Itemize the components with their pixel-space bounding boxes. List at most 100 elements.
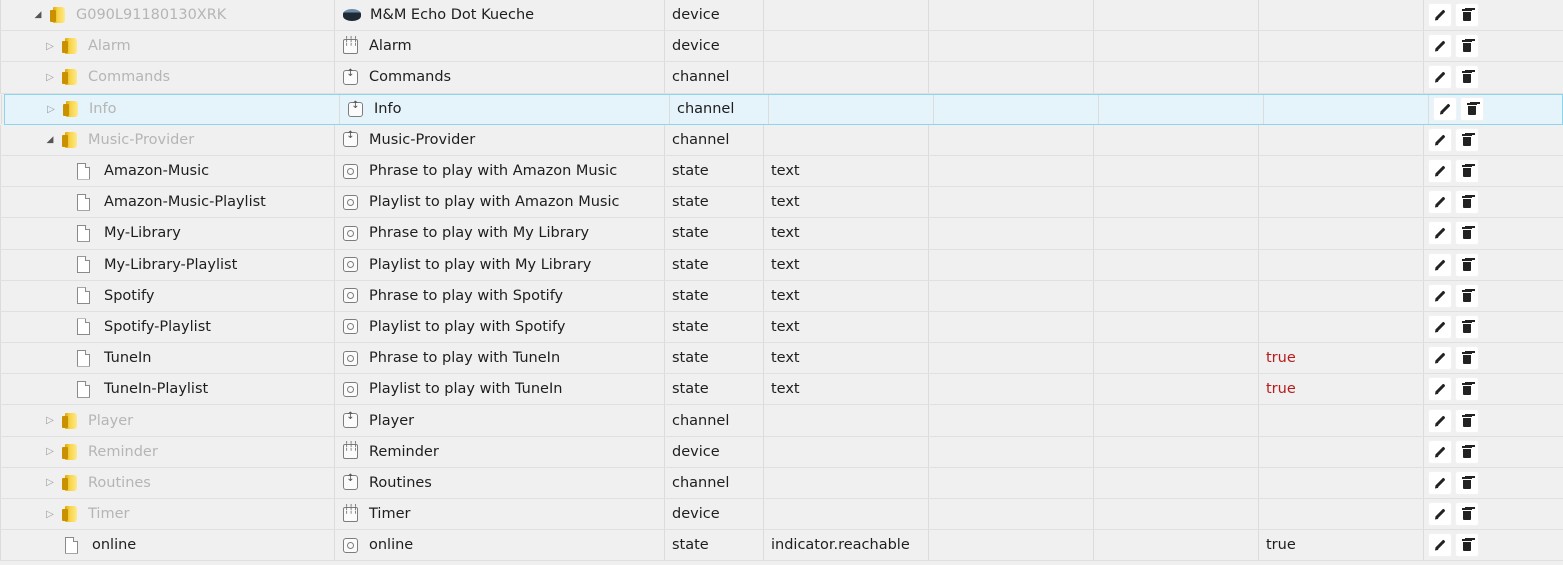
tree-row[interactable]: ▷ Reminder Reminder device (0, 436, 1563, 468)
delete-button[interactable] (1456, 347, 1478, 370)
object-type-cell: channel (665, 467, 764, 498)
edit-button[interactable] (1429, 4, 1451, 27)
object-role-cell (764, 405, 929, 436)
row-actions-cell (1424, 0, 1563, 30)
object-name-cell: Playlist to play with Amazon Music (335, 187, 665, 218)
object-value-cell[interactable] (1259, 467, 1424, 498)
edit-button[interactable] (1429, 128, 1451, 151)
delete-button[interactable] (1456, 315, 1478, 338)
tree-row[interactable]: ▷ Info Info channel (1, 93, 1563, 125)
object-value-cell[interactable] (1259, 187, 1424, 218)
edit-button[interactable] (1429, 471, 1451, 494)
delete-button[interactable] (1456, 253, 1478, 276)
tree-row[interactable]: TuneIn Phrase to play with TuneIn state tex… (0, 343, 1563, 375)
object-type-label: state (672, 163, 709, 180)
delete-button[interactable] (1456, 191, 1478, 214)
tree-row[interactable]: My-Library Phrase to play with My Library… (0, 218, 1563, 250)
tree-row[interactable]: online online state indicator.reachable true (0, 530, 1563, 562)
object-value-cell[interactable] (1259, 405, 1424, 436)
object-value-cell[interactable] (1259, 249, 1424, 280)
edit-button[interactable] (1429, 160, 1451, 183)
edit-button[interactable] (1429, 66, 1451, 89)
delete-button[interactable] (1456, 160, 1478, 183)
tree-row[interactable]: Amazon-Music-Playlist Playlist to play wi… (0, 187, 1563, 219)
delete-button[interactable] (1456, 66, 1478, 89)
edit-button[interactable] (1429, 35, 1451, 58)
edit-button[interactable] (1434, 98, 1456, 121)
edit-button[interactable] (1429, 191, 1451, 214)
edit-button[interactable] (1429, 378, 1451, 401)
edit-button[interactable] (1429, 440, 1451, 463)
edit-button[interactable] (1429, 284, 1451, 307)
object-name-cell: Routines (335, 467, 665, 498)
tree-row[interactable]: Spotify Phrase to play with Spotify state t… (0, 280, 1563, 312)
object-name-label: M&M Echo Dot Kueche (370, 7, 535, 24)
tree-row[interactable]: ▷ Timer Timer device (0, 499, 1563, 531)
object-value-cell[interactable] (1259, 436, 1424, 467)
object-value-cell[interactable]: true (1259, 343, 1424, 374)
delete-button[interactable] (1456, 409, 1478, 432)
collapse-toggle-icon[interactable]: ◢ (43, 133, 57, 147)
delete-button[interactable] (1456, 378, 1478, 401)
delete-button[interactable] (1456, 503, 1478, 526)
tree-row[interactable]: ◢ Music-Provider Music-Provider channel (0, 124, 1563, 156)
delete-button[interactable] (1456, 222, 1478, 245)
collapse-toggle-icon[interactable]: ◢ (31, 8, 45, 22)
object-type-cell: channel (665, 405, 764, 436)
state-icon (343, 319, 358, 335)
object-value-label: true (1266, 537, 1296, 554)
object-role-label: text (771, 350, 800, 367)
edit-button[interactable] (1429, 503, 1451, 526)
delete-button[interactable] (1456, 471, 1478, 494)
tree-row[interactable]: ▷ Commands Commands channel (0, 62, 1563, 94)
delete-button[interactable] (1456, 284, 1478, 307)
object-value-cell[interactable] (1259, 62, 1424, 93)
delete-button[interactable] (1456, 534, 1478, 557)
object-name-label: Info (374, 101, 402, 118)
delete-button[interactable] (1461, 98, 1483, 121)
expand-toggle-icon[interactable]: ▷ (43, 70, 57, 84)
object-value-cell[interactable] (1259, 124, 1424, 155)
object-value-cell[interactable] (1259, 280, 1424, 311)
object-value-cell[interactable] (1259, 155, 1424, 187)
object-value-cell[interactable] (1259, 311, 1424, 343)
delete-button[interactable] (1456, 128, 1478, 151)
expand-toggle-icon[interactable]: ▷ (44, 102, 58, 116)
tree-row[interactable]: Spotify-Playlist Playlist to play with Sp… (0, 311, 1563, 344)
expand-toggle-icon[interactable]: ▷ (43, 414, 57, 428)
expand-toggle-icon[interactable]: ▷ (43, 445, 57, 459)
tree-row[interactable]: ▷ Routines Routines channel (0, 467, 1563, 499)
object-type-label: device (672, 443, 720, 460)
object-value-cell[interactable] (1259, 0, 1424, 31)
expand-toggle-icon[interactable]: ▷ (43, 39, 57, 53)
object-id-label: TuneIn (104, 350, 152, 367)
tree-row[interactable]: ▷ Player Player channel (0, 405, 1563, 437)
object-value-cell[interactable]: true (1259, 530, 1424, 561)
tree-row[interactable]: ◢ G090L91180130XRK M&M Echo Dot Kueche devi… (0, 0, 1563, 32)
object-value-cell[interactable] (1264, 94, 1429, 124)
state-icon (343, 288, 358, 304)
tree-row[interactable]: ▷ Alarm Alarm device (0, 31, 1563, 63)
edit-button[interactable] (1429, 409, 1451, 432)
delete-button[interactable] (1456, 4, 1478, 27)
delete-button[interactable] (1456, 440, 1478, 463)
object-value-cell[interactable] (1259, 499, 1424, 530)
expand-toggle-icon[interactable]: ▷ (43, 476, 57, 490)
edit-button[interactable] (1429, 222, 1451, 245)
delete-button[interactable] (1456, 35, 1478, 58)
object-role-label: text (771, 287, 800, 304)
expand-toggle-icon[interactable]: ▷ (43, 507, 57, 521)
row-actions-cell (1429, 95, 1563, 124)
object-value-cell[interactable] (1259, 31, 1424, 62)
state-icon (343, 194, 358, 210)
object-name-cell: Phrase to play with Spotify (335, 280, 665, 311)
edit-button[interactable] (1429, 315, 1451, 338)
tree-row[interactable]: Amazon-Music Phrase to play with Amazon M… (0, 155, 1563, 188)
edit-button[interactable] (1429, 253, 1451, 276)
object-value-cell[interactable]: true (1259, 374, 1424, 405)
edit-button[interactable] (1429, 347, 1451, 370)
tree-row[interactable]: My-Library-Playlist Playlist to play with… (0, 249, 1563, 281)
object-value-cell[interactable] (1259, 218, 1424, 249)
tree-row[interactable]: TuneIn-Playlist Playlist to play with Tun… (0, 374, 1563, 406)
edit-button[interactable] (1429, 534, 1451, 557)
